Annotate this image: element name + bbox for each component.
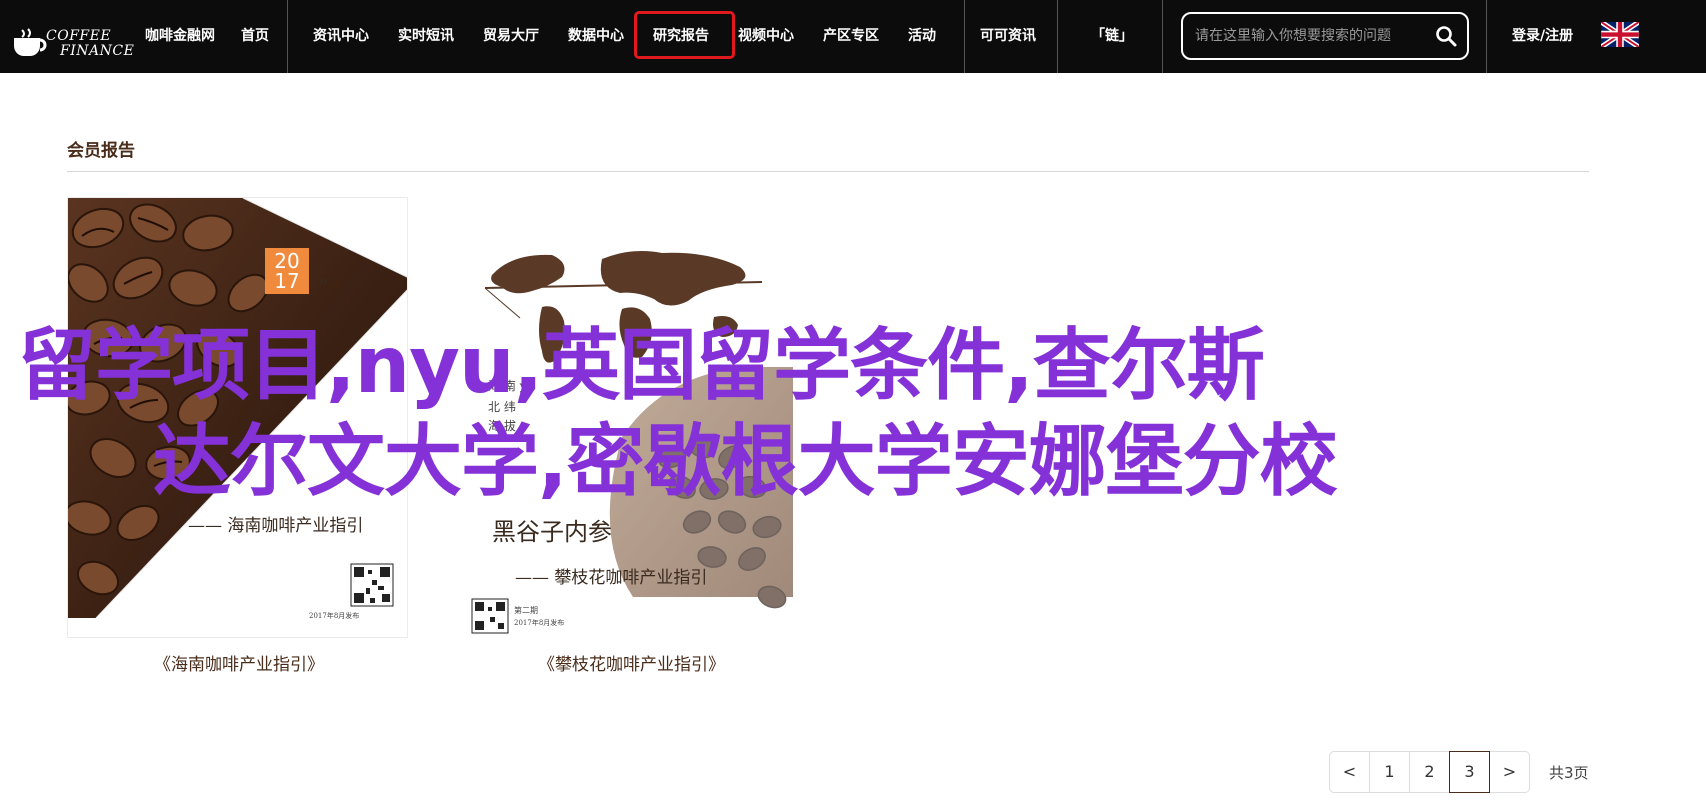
coffee-finance-logo[interactable]: COFFEE FINANCE	[12, 6, 134, 64]
section-title: 会员报告	[67, 141, 135, 161]
pagination-prev-button[interactable]: <	[1329, 751, 1370, 793]
top-navigation-bar: COFFEE FINANCE 咖啡金融网 首页 资讯中心 实时短讯 贸易大厅 数…	[0, 0, 1706, 73]
qr-code-icon	[350, 563, 394, 607]
year-top-digits: 20	[274, 249, 300, 273]
nav-origin-zone[interactable]: 产区专区	[823, 0, 879, 73]
cover-release-note: 2017年8月发布	[514, 619, 565, 627]
pagination-page-2[interactable]: 2	[1409, 751, 1450, 793]
coffee-beans-image	[68, 198, 407, 619]
qr-code-icon	[471, 598, 509, 634]
cover-info-line: 海 南 yu	[488, 379, 535, 393]
nav-data-center[interactable]: 数据中心	[568, 0, 624, 73]
nav-divider	[1057, 0, 1058, 73]
year-bottom-digits: 17	[274, 269, 300, 293]
cover-info-line: 北 纬	[488, 400, 516, 414]
nav-coffee-finance-net[interactable]: 咖啡金融网	[145, 0, 215, 73]
report-cover-hainan[interactable]: 20 17 ” —— 海南咖啡产业指引 2017年8月发布	[67, 197, 408, 638]
search-box	[1181, 12, 1469, 60]
section-divider	[67, 171, 1589, 172]
nav-divider	[964, 0, 965, 73]
nav-trading-hall[interactable]: 贸易大厅	[483, 0, 539, 73]
quote-mark: ”	[318, 276, 330, 301]
pagination-page-3-current[interactable]: 3	[1449, 751, 1490, 793]
report-year-badge: 20 17	[265, 248, 309, 294]
pagination-page-1[interactable]: 1	[1369, 751, 1410, 793]
nav-flash-news[interactable]: 实时短讯	[398, 0, 454, 73]
logo-text-finance: FINANCE	[60, 43, 135, 59]
logo-text-coffee: COFFEE	[46, 28, 112, 44]
nav-research-reports[interactable]: 研究报告	[653, 0, 709, 73]
uk-flag-icon[interactable]	[1601, 22, 1639, 47]
search-icon[interactable]	[1435, 25, 1457, 47]
nav-events[interactable]: 活动	[908, 0, 936, 73]
nav-news-center[interactable]: 资讯中心	[313, 0, 369, 73]
nav-divider	[287, 0, 288, 73]
nav-home[interactable]: 首页	[241, 0, 269, 73]
world-map-icon	[491, 251, 746, 363]
report-cover-panzhihua[interactable]: 海 南 yu 北 纬 海 拔 黑谷子内参 —— 攀枝花咖啡产业指引 第二期 20…	[452, 197, 793, 638]
pagination: < 1 2 3 >	[1329, 751, 1530, 793]
login-register-link[interactable]: 登录/注册	[1512, 0, 1573, 73]
cover-main-title: 黑谷子内参	[492, 518, 612, 546]
pagination-next-button[interactable]: >	[1489, 751, 1530, 793]
cover-info-line: 海 拔	[488, 419, 516, 433]
nav-video-center[interactable]: 视频中心	[738, 0, 794, 73]
search-input[interactable]	[1195, 24, 1425, 48]
nav-divider	[1162, 0, 1163, 73]
cover-subtitle: —— 攀枝花咖啡产业指引	[515, 568, 708, 588]
pagination-total-pages: 共3页	[1549, 764, 1589, 782]
report-caption-hainan[interactable]: 《海南咖啡产业指引》	[154, 650, 324, 675]
cover-subtitle: —— 海南咖啡产业指引	[188, 516, 364, 536]
cover-issue-note: 第二期	[514, 606, 538, 615]
nav-chain[interactable]: 「链」	[1091, 0, 1133, 73]
nav-cocoa-news[interactable]: 可可资讯	[980, 0, 1036, 73]
nav-divider	[1486, 0, 1487, 73]
cover-release-note: 2017年8月发布	[309, 612, 360, 620]
report-caption-panzhihua[interactable]: 《攀枝花咖啡产业指引》	[538, 650, 725, 675]
